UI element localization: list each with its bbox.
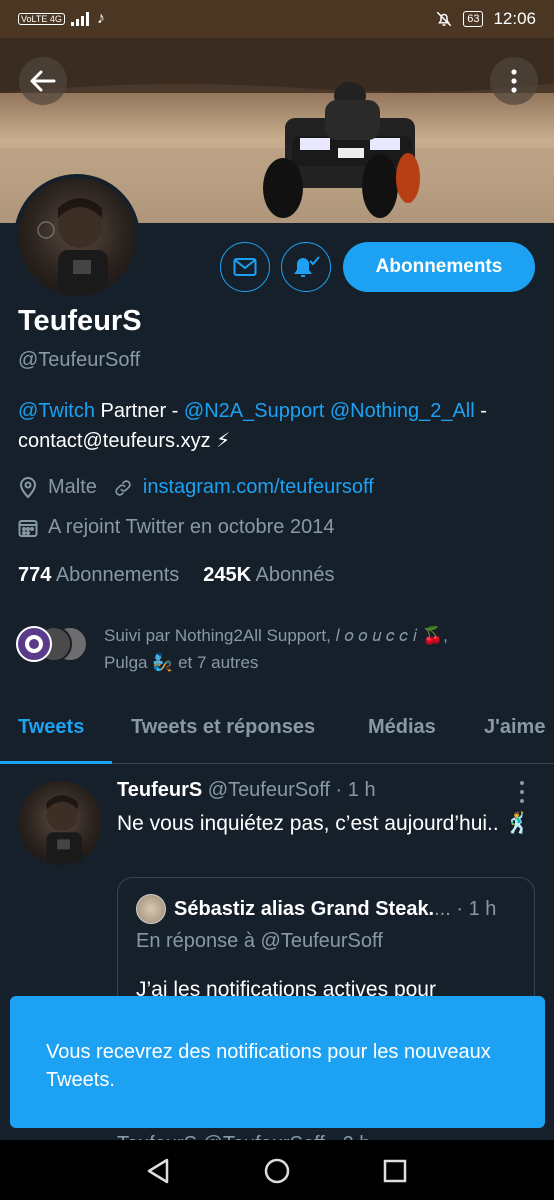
- link-icon: [115, 479, 131, 496]
- quoted-author-avatar: [136, 894, 166, 924]
- bio-mention-twitch[interactable]: @Twitch: [18, 400, 95, 422]
- calendar-icon: [18, 519, 38, 537]
- more-options-button[interactable]: [490, 57, 538, 105]
- battery-indicator: 63: [463, 11, 484, 27]
- more-vertical-icon: [511, 69, 517, 93]
- tab-likes[interactable]: J'aime: [484, 716, 545, 739]
- profile-bio: @Twitch Partner - @N2A_Support @Nothing_…: [18, 396, 543, 456]
- network-indicator: VoLTE 4G: [18, 13, 65, 25]
- notifications-button[interactable]: [281, 242, 331, 292]
- bio-text: Partner -: [94, 400, 184, 422]
- avatar-image: [46, 795, 83, 865]
- tweet-more-icon[interactable]: [514, 781, 530, 803]
- profile-avatar[interactable]: [14, 174, 140, 300]
- tiktok-icon: ♪: [96, 10, 105, 27]
- active-tab-indicator: [0, 761, 112, 764]
- envelope-icon: [233, 258, 257, 276]
- system-navigation-bar: [0, 1140, 554, 1200]
- back-button[interactable]: [19, 57, 67, 105]
- tab-tweets-and-replies[interactable]: Tweets et réponses: [131, 716, 315, 739]
- tweet-header: TeufeurS @TeufeurSoff · 1 h: [117, 779, 376, 802]
- profile-joined-row: A rejoint Twitter en octobre 2014: [18, 516, 334, 539]
- following-label: Abonnements: [55, 564, 180, 586]
- followed-by-row[interactable]: Suivi par Nothing2All Support, 𝑙 𝑜 𝑜 𝑢 𝑐…: [16, 622, 536, 676]
- profile-name: TeufeurS: [18, 305, 142, 337]
- follower-avatar: [16, 626, 52, 662]
- tab-media[interactable]: Médias: [368, 716, 436, 739]
- profile-stats: 774 Abonnements 245K Abonnés: [18, 564, 334, 587]
- tweet-author-name[interactable]: TeufeurS: [117, 779, 202, 801]
- tweet-meta: @TeufeurSoff · 1 h: [202, 779, 376, 801]
- square-recents-icon: [383, 1159, 407, 1183]
- profile-location-row: Malte instagram.com/teufeursoff: [18, 476, 374, 499]
- followed-by-text: Suivi par Nothing2All Support, 𝑙 𝑜 𝑜 𝑢 𝑐…: [104, 622, 448, 676]
- nav-recents-button[interactable]: [380, 1156, 410, 1186]
- status-left: VoLTE 4G ♪: [18, 10, 105, 28]
- followers-count: 245K: [203, 564, 252, 586]
- profile-joined-date: A rejoint Twitter en octobre 2014: [48, 516, 335, 538]
- nav-back-button[interactable]: [143, 1156, 173, 1186]
- quoted-tweet-meta: ... · 1 h: [434, 897, 497, 920]
- triangle-back-icon: [147, 1158, 169, 1184]
- quoted-author-name: Sébastiz alias Grand Steak.: [174, 897, 435, 920]
- arrow-left-icon: [30, 70, 56, 92]
- profile-location: Malte: [48, 476, 97, 498]
- message-button[interactable]: [220, 242, 270, 292]
- profile-website-link[interactable]: instagram.com/teufeursoff: [143, 476, 374, 499]
- following-count: 774: [18, 564, 52, 586]
- notification-toast: Vous recevrez des notifications pour les…: [10, 996, 545, 1128]
- bell-off-icon: [436, 11, 452, 27]
- status-bar: VoLTE 4G ♪ 63 12:06: [0, 0, 554, 38]
- location-pin-icon: [19, 476, 37, 498]
- quoted-reply-to: En réponse à @TeufeurSoff: [136, 930, 383, 952]
- following-stat[interactable]: 774 Abonnements: [18, 564, 179, 587]
- bio-mention-nothing-2-all[interactable]: @Nothing_2_All: [330, 400, 475, 422]
- bell-check-icon: [294, 256, 320, 277]
- nav-home-button[interactable]: [262, 1156, 292, 1186]
- tweet-author-avatar[interactable]: [18, 781, 102, 865]
- bio-mention-n2a-support[interactable]: @N2A_Support: [184, 400, 324, 422]
- followed-by-line-1: Suivi par Nothing2All Support, 𝑙 𝑜 𝑜 𝑢 𝑐…: [104, 626, 448, 645]
- following-button[interactable]: Abonnements: [343, 242, 535, 292]
- circle-home-icon: [264, 1158, 290, 1184]
- followers-label: Abonnés: [255, 564, 335, 586]
- profile-handle: @TeufeurSoff: [18, 349, 141, 371]
- tab-tweets[interactable]: Tweets: [18, 716, 84, 739]
- avatar-image: [37, 198, 108, 296]
- tweet-text: Ne vous inquiétez pas, c’est aujourd’hui…: [117, 812, 531, 835]
- profile-tabs: Tweets Tweets et réponses Médias J'aime: [0, 700, 554, 764]
- next-tweet-header: TeufeurS @TeufeurSoff · 2 h: [117, 1133, 370, 1140]
- lion-logo-icon: [25, 635, 43, 653]
- followed-by-line-2: Pulga 🧞 et 7 autres: [104, 653, 259, 672]
- clock: 12:06: [493, 9, 536, 28]
- quoted-tweet-header: Sébastiz alias Grand Steak. ... · 1 h: [136, 894, 496, 924]
- status-right: 63 12:06: [435, 9, 536, 29]
- followers-stat[interactable]: 245K Abonnés: [203, 564, 334, 587]
- signal-icon: [70, 12, 89, 26]
- follower-avatars: [16, 622, 98, 664]
